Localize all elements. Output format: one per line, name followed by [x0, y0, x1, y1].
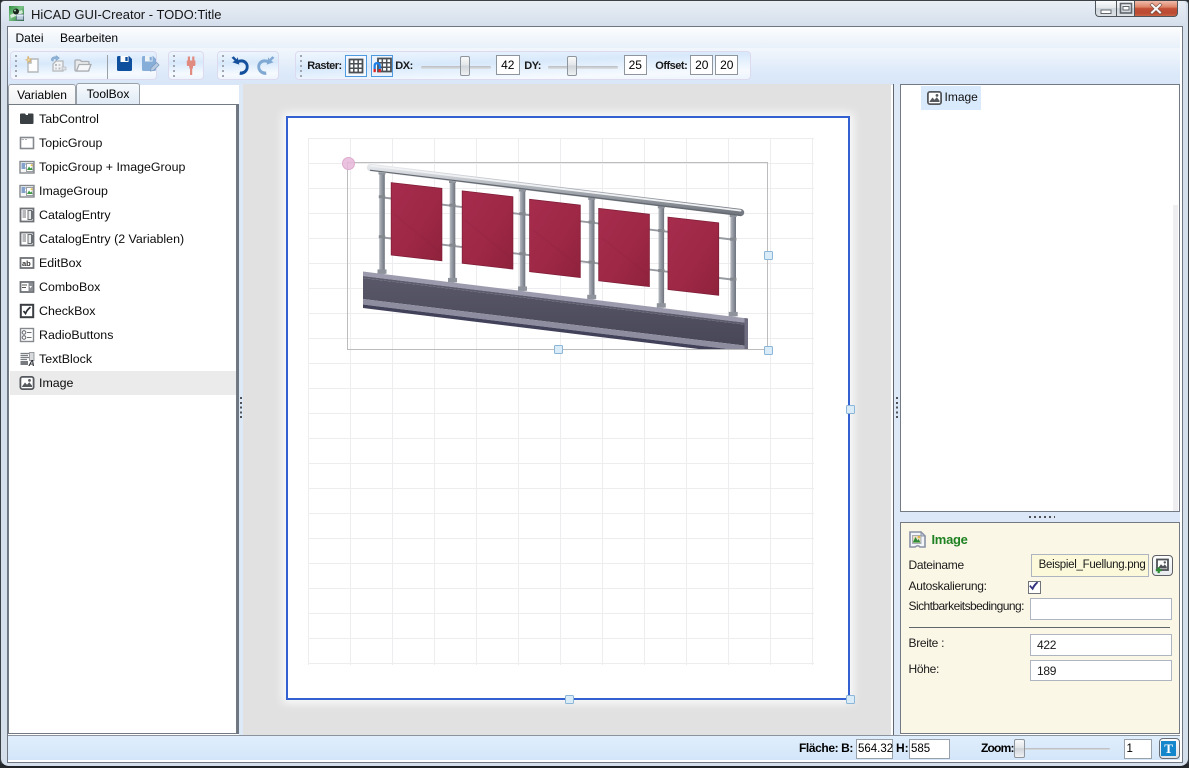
svg-text:A: A — [27, 358, 34, 367]
svg-text:ab: ab — [22, 259, 31, 268]
